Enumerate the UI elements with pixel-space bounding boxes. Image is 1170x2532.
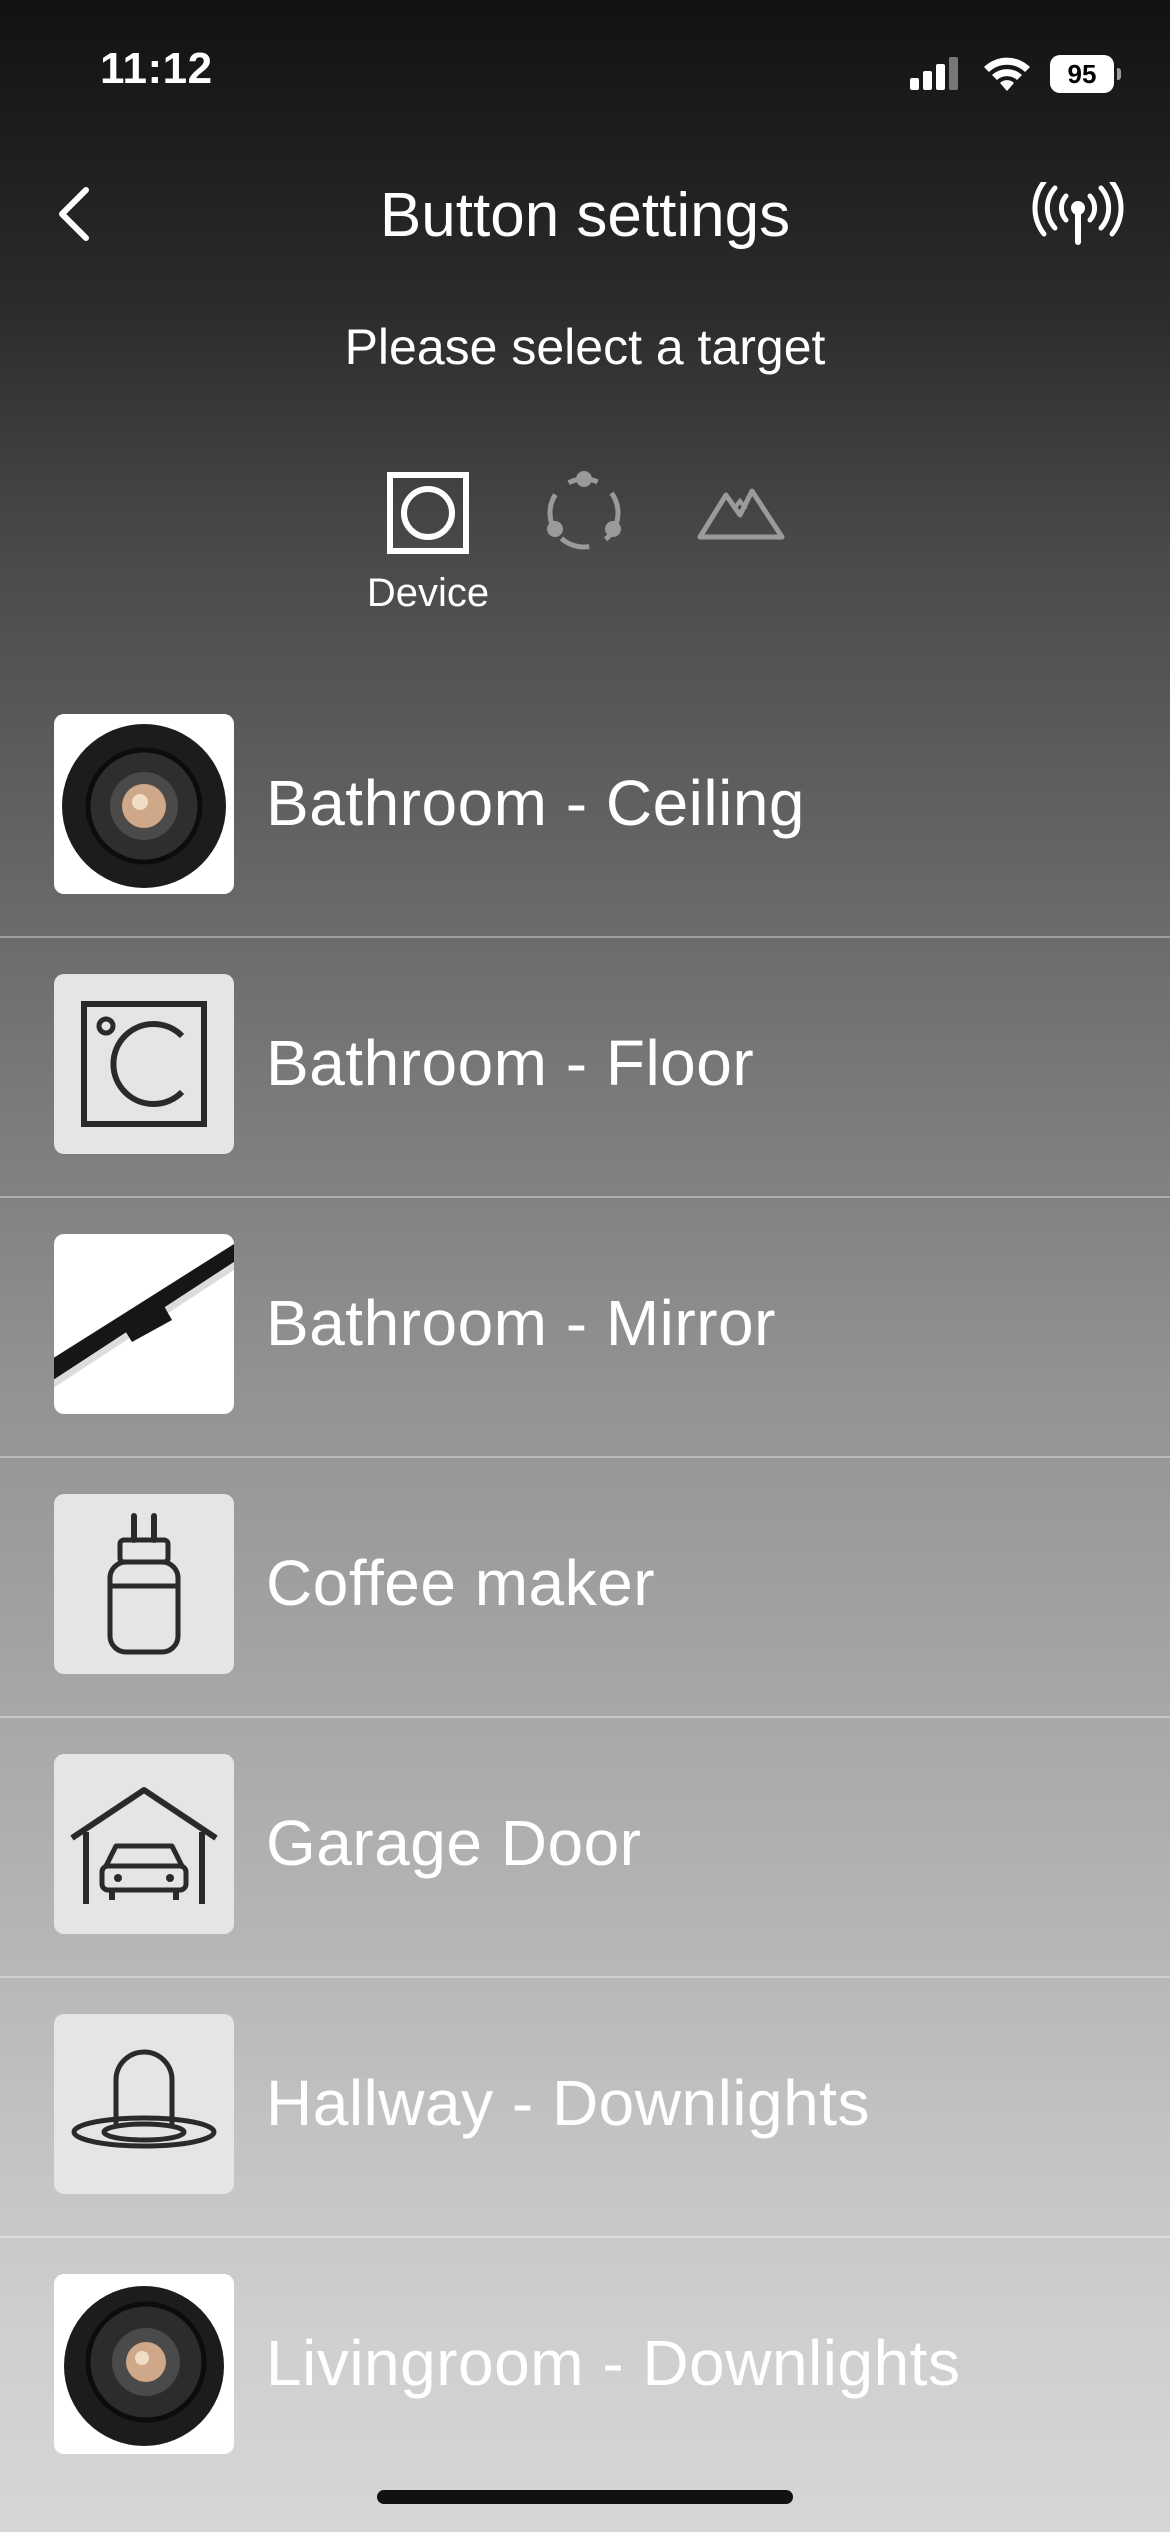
list-item[interactable]: Garage Door (0, 1718, 1170, 1978)
device-thumbnail (54, 1234, 234, 1414)
target-type-device[interactable]: Device (350, 465, 506, 616)
list-item[interactable]: Coffee maker (0, 1458, 1170, 1718)
list-item[interactable]: Hallway - Downlights (0, 1978, 1170, 2238)
home-indicator[interactable] (377, 2490, 793, 2504)
device-thumbnail (54, 2274, 234, 2454)
target-type-scene[interactable] (662, 465, 818, 616)
wifi-icon (984, 57, 1030, 91)
status-time: 11:12 (100, 44, 213, 93)
mirror-light-photo (54, 1244, 234, 1388)
cellular-signal-icon (910, 57, 958, 90)
list-item[interactable]: Bathroom - Ceiling (0, 678, 1170, 938)
floor-heating-icon (81, 1001, 207, 1127)
page-subtitle: Please select a target (344, 319, 826, 375)
target-type-group[interactable] (506, 465, 662, 616)
ceiling-downlight-photo (62, 724, 226, 888)
device-name: Hallway - Downlights (266, 2067, 870, 2139)
device-name: Bathroom - Mirror (266, 1287, 776, 1359)
device-name: Coffee maker (266, 1547, 655, 1619)
device-name: Bathroom - Floor (266, 1027, 755, 1099)
broadcast-button[interactable] (1030, 178, 1126, 250)
scene-icon (697, 488, 785, 540)
device-icon (387, 472, 469, 554)
list-item[interactable]: Bathroom - Mirror (0, 1198, 1170, 1458)
device-list: Bathroom - Ceiling Bathroom - Floor Bath… (0, 678, 1170, 2496)
downlight-photo (64, 2286, 224, 2446)
page-title: Button settings (379, 181, 791, 250)
device-thumbnail (54, 1494, 234, 1674)
device-thumbnail (54, 1754, 234, 1934)
group-icon (547, 471, 621, 550)
downlight-icon (71, 2049, 217, 2149)
garage-icon (70, 1787, 218, 1904)
status-icons: 95 (908, 52, 1121, 96)
list-item[interactable]: Bathroom - Floor (0, 938, 1170, 1198)
device-name: Livingroom - Downlights (266, 2327, 961, 2399)
target-type-selector: Device (350, 465, 818, 616)
broadcast-icon (1032, 182, 1124, 245)
target-type-label: Device (366, 571, 490, 615)
plug-icon (107, 1513, 181, 1655)
device-name: Garage Door (266, 1807, 642, 1879)
battery-indicator: 95 (1050, 55, 1121, 93)
device-name: Bathroom - Ceiling (266, 767, 805, 839)
device-thumbnail (54, 2014, 234, 2194)
device-thumbnail (54, 714, 234, 894)
list-item[interactable]: Livingroom - Downlights (0, 2238, 1170, 2496)
battery-level: 95 (1067, 58, 1097, 89)
device-thumbnail (54, 974, 234, 1154)
